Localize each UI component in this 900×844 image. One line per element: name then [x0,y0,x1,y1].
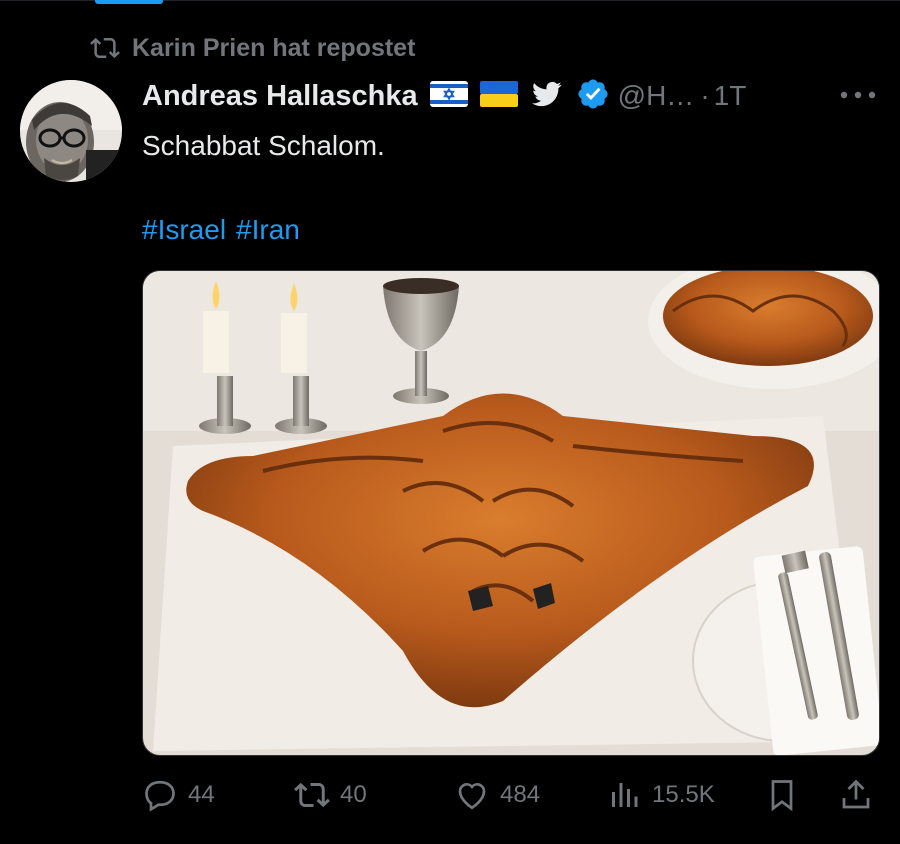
reply-icon [145,780,175,812]
hashtags: #Israel #Iran [142,208,310,252]
timestamp[interactable]: 1T [714,80,747,112]
hashtag-israel[interactable]: #Israel [142,214,226,245]
hashtag-iran[interactable]: #Iran [236,214,300,245]
tweet-header: Andreas Hallaschka @H… · 1T [142,76,900,116]
reply-button[interactable]: 44 [142,770,215,820]
tweet-text: Schabbat Schalom. [142,130,385,161]
reply-count: 44 [188,781,215,808]
heart-icon [458,783,486,810]
israel-flag-icon [429,80,468,112]
views-button[interactable]: 15.5K [606,770,715,820]
like-button[interactable]: 484 [454,770,540,820]
bookmark-icon [771,780,793,812]
tab-indicator [95,0,163,4]
ukraine-flag-icon [479,80,518,112]
views-count: 15.5K [652,781,715,808]
tweet-media[interactable] [142,270,880,756]
repost-button[interactable]: 40 [294,770,367,820]
display-name[interactable]: Andreas Hallaschka [142,80,418,113]
repost-context[interactable]: Karin Prien hat repostet [90,32,415,64]
action-bar: 44 40 484 15.5K [142,770,878,820]
repost-label: Karin Prien hat repostet [132,33,416,62]
share-button[interactable] [838,770,874,820]
more-icon[interactable] [838,84,878,106]
views-icon [612,783,638,807]
avatar[interactable] [20,80,122,182]
like-count: 484 [500,781,541,808]
share-icon [842,779,870,809]
twitter-bird-icon [530,79,564,114]
repost-count: 40 [340,781,367,808]
repost-icon [90,37,120,59]
separator: · [700,80,710,111]
handle[interactable]: @H… [618,80,695,112]
repost-icon [294,782,330,808]
verified-badge-icon [576,77,610,116]
bookmark-button[interactable] [764,770,800,820]
